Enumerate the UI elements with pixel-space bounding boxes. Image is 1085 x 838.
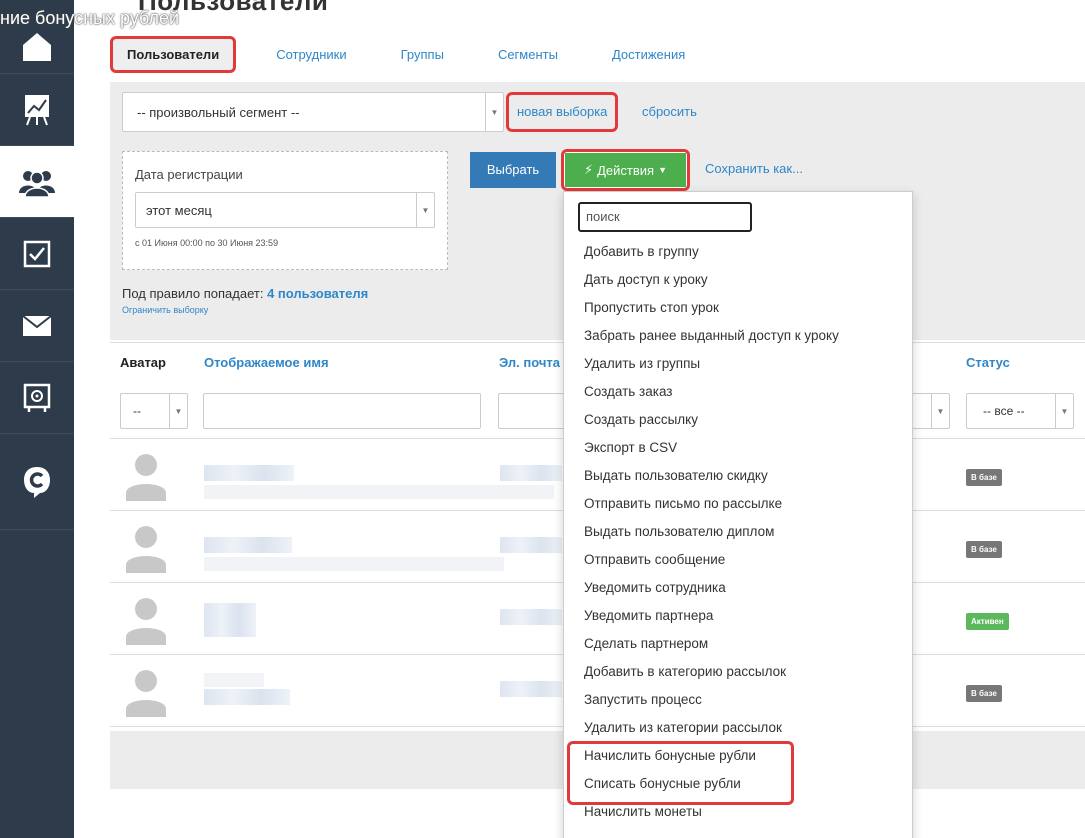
- segment-select-value: -- произвольный сегмент --: [137, 105, 300, 120]
- menu-item-add-to-mailing-category[interactable]: Добавить в категорию рассылок: [584, 664, 786, 679]
- menu-item-create-mailing[interactable]: Создать рассылку: [584, 412, 698, 427]
- tab-achievements[interactable]: Достижения: [612, 47, 685, 62]
- menu-item-grant-lesson-access[interactable]: Дать доступ к уроку: [584, 272, 708, 287]
- date-filter-label: Дата регистрации: [135, 167, 243, 182]
- chevron-down-icon: ▼: [485, 93, 503, 131]
- menu-item-skip-stop-lesson[interactable]: Пропустить стоп урок: [584, 300, 719, 315]
- chevron-down-icon: ▼: [416, 193, 434, 227]
- choose-button[interactable]: Выбрать: [470, 152, 556, 188]
- menu-item-give-diploma[interactable]: Выдать пользователю диплом: [584, 524, 774, 539]
- name-cell-redacted: [204, 603, 256, 637]
- limit-selection-link[interactable]: Ограничить выборку: [122, 305, 208, 315]
- menu-item-revoke-lesson-access[interactable]: Забрать ранее выданный доступ к уроку: [584, 328, 839, 343]
- menu-item-send-mailing-letter[interactable]: Отправить письмо по рассылке: [584, 496, 782, 511]
- chevron-down-icon: ▼: [931, 394, 949, 428]
- sidebar-item-messages[interactable]: [0, 290, 74, 362]
- chevron-down-icon: ▼: [1055, 394, 1073, 428]
- avatar-placeholder-icon: [126, 454, 166, 501]
- menu-item-send-message[interactable]: Отправить сообщение: [584, 552, 725, 567]
- logo-icon: [24, 466, 50, 498]
- email-cell-redacted: [500, 537, 562, 553]
- menu-item-create-order[interactable]: Создать заказ: [584, 384, 673, 399]
- status-filter-select[interactable]: -- все -- ▼: [966, 393, 1074, 429]
- sidebar: [0, 0, 74, 838]
- status-badge: В базе: [966, 685, 1002, 702]
- actions-button[interactable]: ⚡ Действия ▼: [561, 149, 690, 191]
- menu-item-add-to-group[interactable]: Добавить в группу: [584, 244, 699, 259]
- home-icon: [23, 32, 51, 61]
- menu-item-make-partner[interactable]: Сделать партнером: [584, 636, 708, 651]
- reset-link[interactable]: сбросить: [642, 104, 697, 119]
- date-filter-select[interactable]: этот месяц ▼: [135, 192, 435, 228]
- chevron-down-icon: ▼: [169, 394, 187, 428]
- tab-segments[interactable]: Сегменты: [498, 47, 558, 62]
- rule-summary: Под правило попадает: 4 пользователя: [122, 286, 368, 301]
- tab-users[interactable]: Пользователи: [110, 35, 237, 73]
- column-filter-select[interactable]: ▼: [912, 393, 950, 429]
- save-as-link[interactable]: Сохранить как...: [705, 161, 803, 176]
- rule-summary-label: Под правило попадает:: [122, 286, 264, 301]
- sidebar-item-users[interactable]: [0, 146, 74, 218]
- menu-item-give-discount[interactable]: Выдать пользователю скидку: [584, 468, 768, 483]
- date-range-text: с 01 Июня 00:00 по 30 Июня 23:59: [135, 238, 279, 248]
- avatar-filter-select[interactable]: -- ▼: [120, 393, 188, 429]
- bolt-icon: ⚡: [583, 162, 594, 177]
- column-header-status[interactable]: Статус: [966, 355, 1010, 370]
- name-filter-input[interactable]: [203, 393, 481, 429]
- overlay-caption: ние бонусных рублей: [0, 8, 180, 28]
- email-cell-redacted: [500, 465, 562, 481]
- menu-item-notify-partner[interactable]: Уведомить партнера: [584, 608, 713, 623]
- avatar-placeholder-icon: [126, 670, 166, 717]
- actions-button-inner: ⚡ Действия ▼: [565, 153, 686, 187]
- sidebar-item-tasks[interactable]: [0, 218, 74, 290]
- avatar-filter-value: --: [133, 404, 141, 418]
- safe-icon: [23, 383, 51, 412]
- email-filter-input[interactable]: [498, 393, 568, 429]
- menu-item-notify-employee[interactable]: Уведомить сотрудника: [584, 580, 726, 595]
- sidebar-item-sales[interactable]: [0, 362, 74, 434]
- sidebar-item-brand[interactable]: [0, 434, 74, 530]
- email-cell-redacted: [500, 609, 562, 625]
- mail-icon: [22, 314, 52, 336]
- status-badge: В базе: [966, 469, 1002, 486]
- caret-down-icon: ▼: [658, 165, 668, 175]
- name-cell-redacted: [204, 465, 294, 481]
- name-cell-redacted-line: [204, 673, 264, 687]
- name-cell-redacted-line: [204, 485, 554, 499]
- status-filter-value: -- все --: [983, 404, 1025, 418]
- tab-groups[interactable]: Группы: [401, 47, 444, 62]
- name-cell-redacted-line: [204, 557, 504, 571]
- segment-select[interactable]: -- произвольный сегмент -- ▼: [122, 92, 504, 132]
- status-badge: Активен: [966, 613, 1009, 630]
- date-filter-box: Дата регистрации этот месяц ▼ с 01 Июня …: [122, 151, 448, 270]
- column-header-name[interactable]: Отображаемое имя: [204, 355, 329, 370]
- email-cell-redacted: [500, 681, 562, 697]
- status-badge: В базе: [966, 541, 1002, 558]
- column-header-email[interactable]: Эл. почта: [499, 355, 560, 370]
- actions-dropdown-menu: поиск Добавить в группу Дать доступ к ур…: [563, 191, 913, 838]
- menu-item-remove-from-group[interactable]: Удалить из группы: [584, 356, 700, 371]
- name-cell-redacted: [204, 689, 290, 705]
- tab-employees[interactable]: Сотрудники: [276, 47, 346, 62]
- rule-count-link[interactable]: 4 пользователя: [267, 286, 368, 301]
- menu-item-export-csv[interactable]: Экспорт в CSV: [584, 440, 677, 455]
- menu-item-credit-coins[interactable]: Начислить монеты: [584, 804, 702, 819]
- new-selection-link[interactable]: новая выборка: [506, 92, 619, 132]
- menu-item-remove-from-mailing-category[interactable]: Удалить из категории рассылок: [584, 720, 782, 735]
- menu-item-start-process[interactable]: Запустить процесс: [584, 692, 702, 707]
- checkbox-icon: [23, 240, 51, 267]
- sidebar-item-reports[interactable]: [0, 74, 74, 146]
- avatar-placeholder-icon: [126, 526, 166, 573]
- date-filter-value: этот месяц: [146, 203, 212, 218]
- avatar-placeholder-icon: [126, 598, 166, 645]
- actions-button-label: Действия: [597, 162, 655, 178]
- chart-icon: [25, 94, 49, 125]
- tabs: Пользователи Сотрудники Группы Сегменты …: [110, 35, 739, 73]
- name-cell-redacted: [204, 537, 292, 553]
- users-icon: [19, 170, 55, 197]
- bonus-items-highlight: [567, 741, 794, 805]
- column-header-avatar: Аватар: [120, 355, 166, 370]
- dropdown-search-input[interactable]: поиск: [578, 202, 752, 232]
